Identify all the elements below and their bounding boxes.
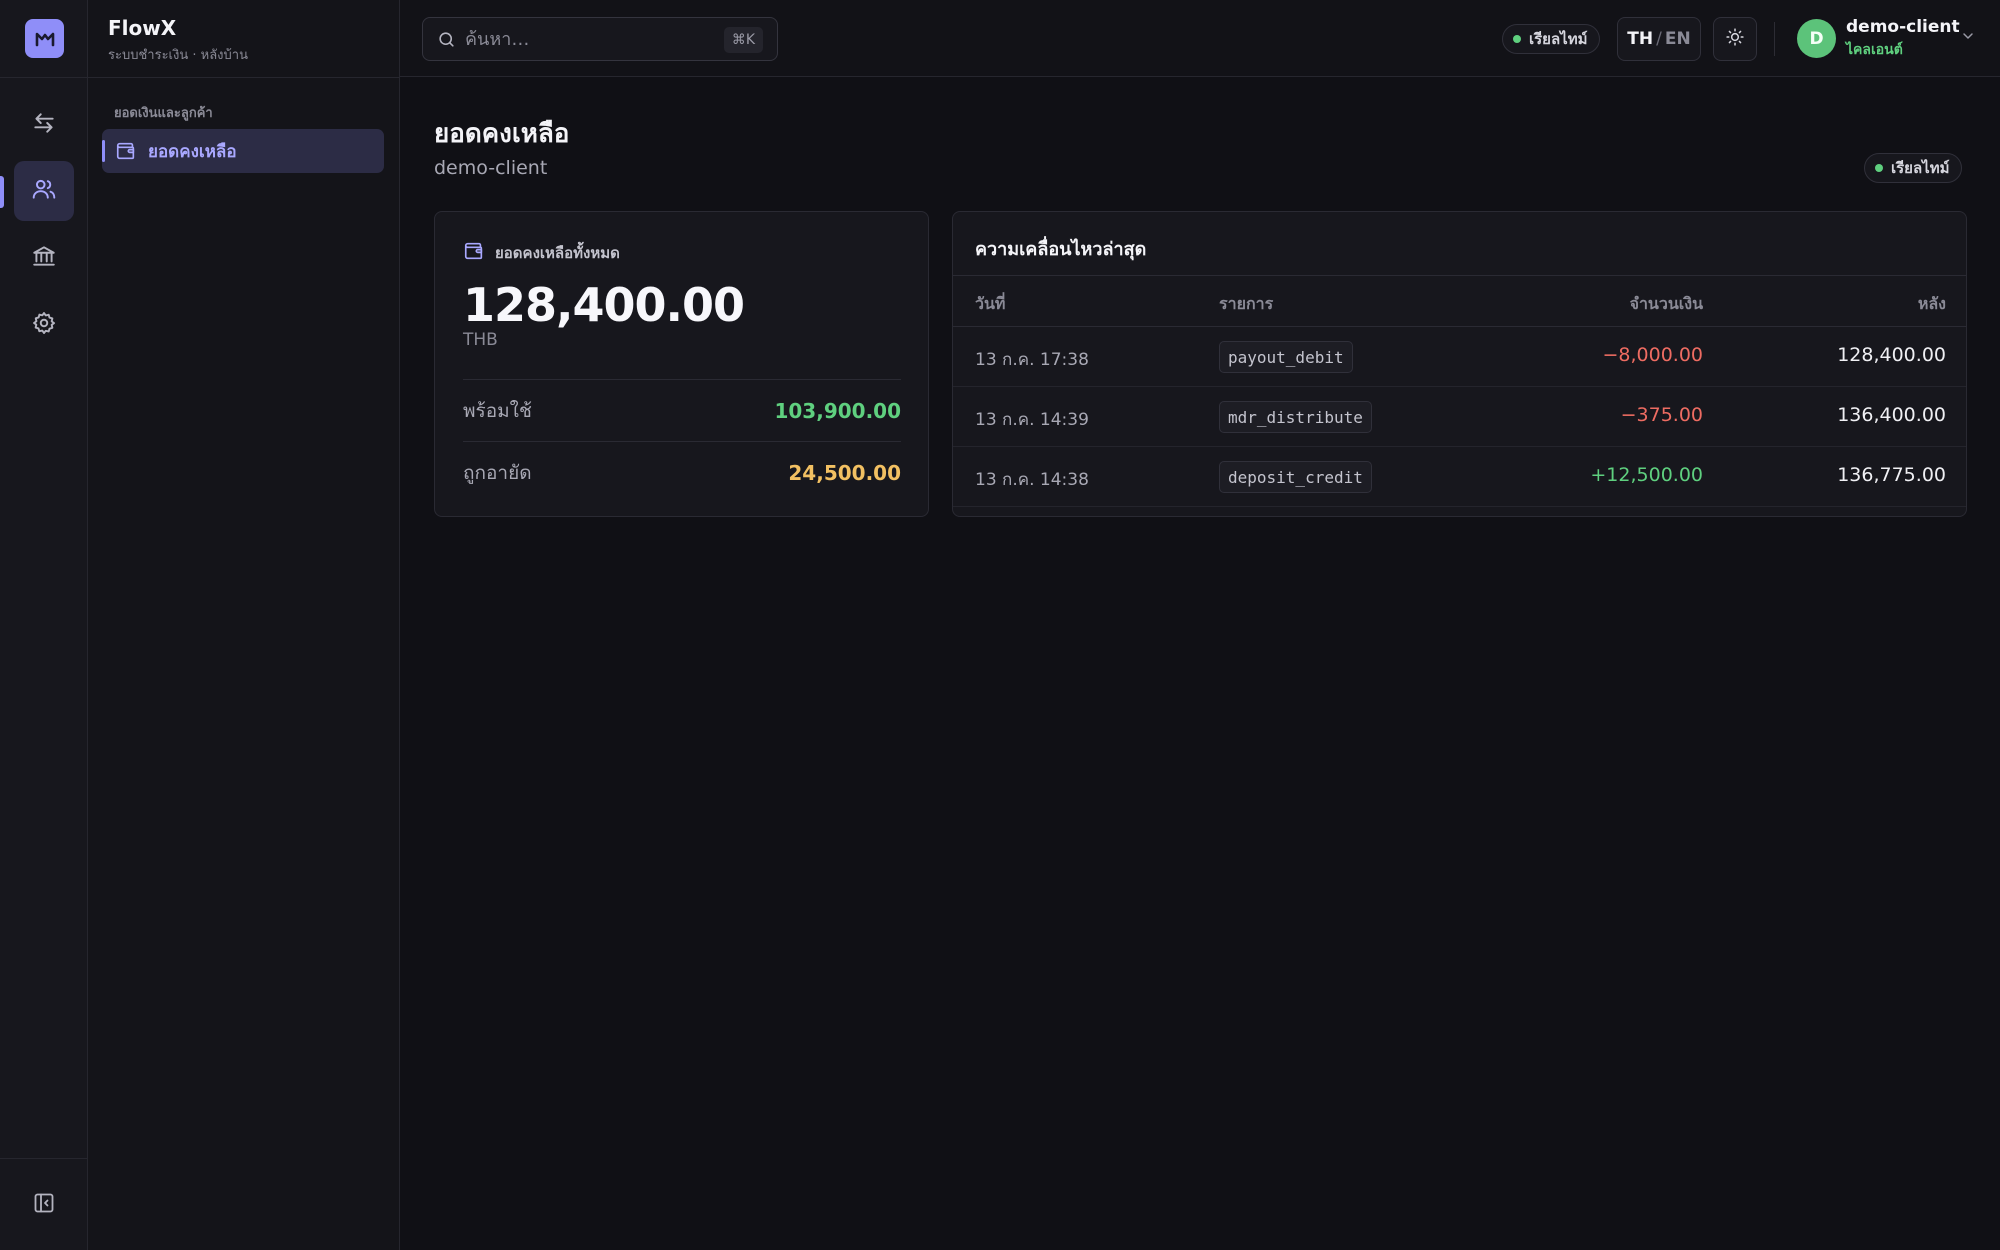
lang-th[interactable]: TH [1627, 29, 1653, 49]
user-name[interactable]: demo-client [1846, 17, 1960, 37]
column-header-date: วันที่ [975, 294, 1006, 313]
collapse-sidebar-button[interactable] [14, 1175, 74, 1235]
row-type-tag: mdr_distribute [1219, 401, 1372, 433]
topbar-separator [1774, 22, 1775, 56]
frozen-row: ถูกอายัด 24,500.00 [463, 441, 901, 503]
table-row[interactable]: 13 ก.ค. 17:38 payout_debit −8,000.00 128,40… [953, 327, 1966, 387]
rail-divider [0, 77, 88, 78]
row-type-tag: deposit_credit [1219, 461, 1372, 493]
row-balance-after: 128,400.00 [1837, 344, 1946, 366]
wallet-icon [114, 139, 138, 163]
row-date: 13 ก.ค. 14:39 [975, 410, 1089, 430]
theme-toggle-button[interactable] [1713, 17, 1757, 61]
table-row[interactable]: 13 ก.ค. 14:39 mdr_distribute −375.00 136,40… [953, 387, 1966, 447]
currency-code: THB [463, 330, 498, 350]
bank-icon [31, 243, 57, 273]
activity-title: ความเคลื่อนไหวล่าสุด [975, 239, 1147, 260]
app-name: FlowX [108, 16, 177, 40]
available-label: พร้อมใช้ [463, 399, 532, 422]
recent-activity-card: ความเคลื่อนไหวล่าสุด วันที่ รายการ จำนวน… [952, 211, 1967, 517]
column-header-amount: จำนวนเงิน [1629, 294, 1703, 313]
row-balance-after: 136,400.00 [1837, 404, 1946, 426]
sidebar-section-label: ยอดเงินและลูกค้า [114, 106, 213, 121]
search-icon [437, 29, 457, 49]
rail-bottom-divider [0, 1158, 88, 1159]
user-role: ไคลเอนต์ [1846, 42, 1903, 58]
sidebar: FlowX ระบบชำระเงิน · หลังบ้าน ยอดเงินและ… [88, 0, 400, 1250]
search-shortcut-badge: ⌘K [723, 27, 763, 53]
lang-en[interactable]: EN [1665, 29, 1691, 49]
page-subtitle: demo-client [434, 157, 548, 179]
row-amount: +12,500.00 [1590, 464, 1703, 486]
status-dot [1875, 164, 1883, 172]
balance-card-label: ยอดคงเหลือทั้งหมด [495, 244, 620, 262]
language-toggle[interactable]: TH / EN [1617, 17, 1701, 61]
row-balance-after: 136,775.00 [1837, 464, 1946, 486]
active-indicator [102, 140, 105, 162]
lang-separator: / [1656, 29, 1662, 49]
column-header-type: รายการ [1219, 294, 1274, 313]
available-row: พร้อมใช้ 103,900.00 [463, 379, 901, 441]
page-title: ยอดคงเหลือ [434, 119, 570, 149]
column-header-after: หลัง [1917, 294, 1946, 313]
transfer-arrows-icon [31, 110, 57, 140]
row-date: 13 ก.ค. 17:38 [975, 350, 1089, 370]
row-type-tag: payout_debit [1219, 341, 1353, 373]
frozen-amount: 24,500.00 [788, 460, 901, 485]
rail-active-indicator [0, 176, 4, 208]
table-row[interactable]: 13 ก.ค. 14:38 deposit_credit +12,500.00 136… [953, 447, 1966, 507]
sidebar-divider [88, 77, 400, 78]
realtime-label: เรียลไทม์ [1529, 30, 1588, 48]
balance-card: ยอดคงเหลือทั้งหมด 128,400.00 THB พร้อมใช… [434, 211, 929, 517]
row-amount: −8,000.00 [1602, 344, 1703, 366]
sidebar-item-balance[interactable]: ยอดคงเหลือ [102, 129, 384, 173]
search-box[interactable]: ⌘K [422, 17, 778, 61]
rail-bank-button[interactable] [14, 228, 74, 288]
row-date: 13 ก.ค. 14:38 [975, 470, 1089, 490]
page-realtime-badge: เรียลไทม์ [1864, 153, 1963, 183]
row-amount: −375.00 [1620, 404, 1703, 426]
rail-transactions-button[interactable] [14, 95, 74, 155]
table-header: วันที่ รายการ จำนวนเงิน หลัง [953, 275, 1966, 327]
collapse-sidebar-icon [32, 1191, 56, 1219]
available-amount: 103,900.00 [774, 398, 901, 423]
icon-rail [0, 0, 88, 1250]
frozen-label: ถูกอายัด [463, 461, 532, 484]
sidebar-item-label: ยอดคงเหลือ [148, 141, 237, 162]
sun-icon [1725, 27, 1745, 51]
app-subtitle: ระบบชำระเงิน · หลังบ้าน [108, 48, 248, 63]
rail-clients-button[interactable] [14, 161, 74, 221]
realtime-label: เรียลไทม์ [1891, 159, 1950, 177]
realtime-status-badge: เรียลไทม์ [1502, 24, 1601, 54]
total-balance: 128,400.00 [463, 278, 745, 332]
search-input[interactable] [465, 28, 715, 50]
flowx-logo-icon[interactable] [25, 19, 64, 58]
wallet-icon [463, 240, 485, 266]
users-icon [31, 176, 57, 206]
status-dot [1513, 35, 1521, 43]
balance-card-header: ยอดคงเหลือทั้งหมด [463, 240, 620, 266]
avatar[interactable]: D [1797, 19, 1836, 58]
gear-icon [31, 310, 57, 340]
chevron-down-icon[interactable] [1960, 28, 1976, 44]
rail-settings-button[interactable] [14, 295, 74, 355]
topbar: ⌘K เรียลไทม์ TH / EN D demo-client ไคลเอ… [400, 0, 2000, 77]
